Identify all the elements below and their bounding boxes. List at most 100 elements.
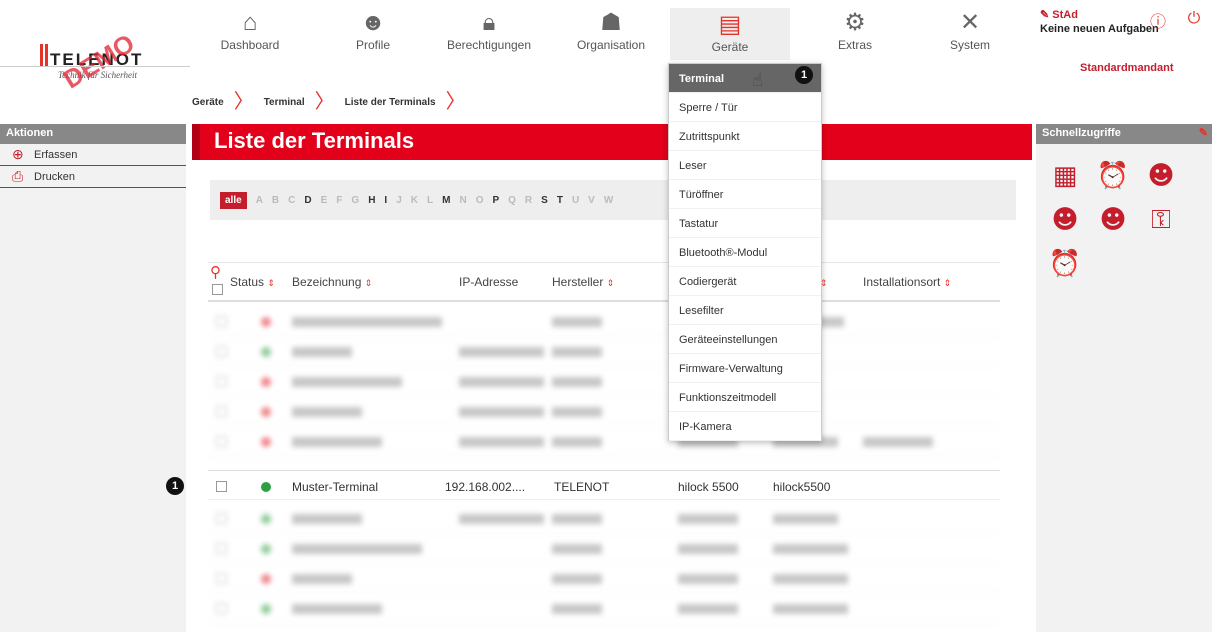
filter-letter-t[interactable]: T: [557, 195, 563, 206]
nav-berechtigungen[interactable]: 🔒︎ Berechtigungen: [434, 0, 544, 60]
user-name[interactable]: ✎ StAd: [1040, 8, 1159, 21]
redacted-cell: [459, 377, 544, 387]
nav-profile[interactable]: ☻ Profile: [318, 0, 428, 60]
filter-all[interactable]: alle: [220, 191, 247, 209]
filter-letter-u[interactable]: U: [572, 195, 579, 206]
timer-search-icon[interactable]: ⏰: [1092, 158, 1134, 194]
filter-letter-v[interactable]: V: [588, 195, 595, 206]
redacted-cell: [773, 514, 838, 524]
filter-letter-e[interactable]: E: [321, 195, 328, 206]
row-checkbox[interactable]: [216, 513, 227, 524]
row-checkbox[interactable]: [216, 316, 227, 327]
nav-dashboard[interactable]: ⌂ Dashboard: [195, 0, 305, 60]
redacted-cell: [292, 514, 362, 524]
status-dot: [261, 407, 271, 417]
mandant-label[interactable]: Standardmandant: [1080, 62, 1174, 74]
filter-letter-r[interactable]: R: [525, 195, 532, 206]
filter-letter-s[interactable]: S: [541, 195, 548, 206]
user-clock-icon[interactable]: ☻: [1140, 158, 1182, 194]
row-checkbox[interactable]: [216, 346, 227, 357]
filter-letter-k[interactable]: K: [411, 195, 418, 206]
menu-item[interactable]: Firmware-Verwaltung: [669, 354, 821, 383]
nav-geraete[interactable]: ▤ Geräte: [670, 8, 790, 60]
breadcrumb-item[interactable]: Liste der Terminals: [345, 97, 436, 108]
filter-letter-b[interactable]: B: [272, 195, 279, 206]
table-row[interactable]: [208, 306, 1000, 336]
menu-item[interactable]: Geräteeinstellungen: [669, 325, 821, 354]
menu-item[interactable]: Leser: [669, 151, 821, 180]
filter-letter-w[interactable]: W: [604, 195, 613, 206]
filter-letter-i[interactable]: I: [384, 195, 387, 206]
demo-watermark: DEMO: [57, 27, 140, 95]
action-label: Erfassen: [34, 148, 78, 161]
table-row[interactable]: [208, 366, 1000, 396]
col-bezeichnung[interactable]: Bezeichnung ⇕: [292, 275, 372, 289]
filter-letter-g[interactable]: G: [351, 195, 359, 206]
power-icon[interactable]: ⏻: [1184, 8, 1204, 28]
telenot-logo[interactable]: TELENOT Technik für Sicherheit DEMO: [40, 28, 180, 94]
table-row[interactable]: [208, 563, 1000, 593]
col-hersteller[interactable]: Hersteller ⇕: [552, 275, 614, 289]
row-checkbox[interactable]: [216, 543, 227, 554]
action-erfassen[interactable]: ⊕ Erfassen: [0, 144, 186, 166]
user-add-icon[interactable]: ☻: [1092, 202, 1134, 238]
table-row[interactable]: [208, 533, 1000, 563]
lock-icon: 🔒︎: [482, 9, 496, 36]
filter-letter-h[interactable]: H: [368, 195, 375, 206]
filter-letter-l[interactable]: L: [427, 195, 433, 206]
gears-icon: ⚙: [844, 9, 866, 36]
user-search-icon[interactable]: ☻: [1044, 202, 1086, 238]
nav-organisation[interactable]: ☗ Organisation: [556, 0, 666, 60]
nav-label: System: [949, 38, 990, 52]
info-icon[interactable]: ⓘ: [1148, 8, 1168, 31]
select-all-checkbox[interactable]: [212, 284, 223, 295]
filter-letter-m[interactable]: M: [442, 195, 450, 206]
filter-letter-f[interactable]: F: [336, 195, 342, 206]
filter-letter-c[interactable]: C: [288, 195, 295, 206]
row-checkbox[interactable]: [216, 603, 227, 614]
filter-letter-a[interactable]: A: [256, 195, 263, 206]
menu-item[interactable]: Bluetooth®-Modul: [669, 238, 821, 267]
table-row-muster-terminal[interactable]: Muster-Terminal 192.168.002.... TELENOT …: [208, 470, 1000, 500]
col-status[interactable]: Status ⇕: [230, 275, 275, 289]
action-drucken[interactable]: ⎙ Drucken: [0, 166, 186, 188]
menu-item[interactable]: Lesefilter: [669, 296, 821, 325]
row-checkbox[interactable]: [216, 481, 227, 492]
chevron-right-icon: 〉: [445, 91, 466, 113]
search-icon[interactable]: ⚲: [210, 263, 221, 281]
menu-item[interactable]: Zutrittspunkt: [669, 122, 821, 151]
table-row[interactable]: [208, 503, 1000, 533]
row-checkbox[interactable]: [216, 573, 227, 584]
breadcrumb-item[interactable]: Geräte: [192, 97, 224, 108]
row-checkbox[interactable]: [216, 436, 227, 447]
filter-letter-q[interactable]: Q: [508, 195, 516, 206]
menu-item[interactable]: Tastatur: [669, 209, 821, 238]
filter-letter-n[interactable]: N: [459, 195, 466, 206]
pencil-icon[interactable]: ✎: [1199, 126, 1208, 139]
tasks-status[interactable]: Keine neuen Aufgaben: [1040, 23, 1159, 35]
nav-system[interactable]: ✕ System: [915, 0, 1025, 60]
menu-item[interactable]: Funktionszeitmodell: [669, 383, 821, 412]
device-search-icon[interactable]: ▦: [1044, 158, 1086, 194]
menu-item[interactable]: Türöffner: [669, 180, 821, 209]
col-ip[interactable]: IP-Adresse: [459, 275, 518, 289]
key-icon[interactable]: ⚿: [1140, 202, 1182, 238]
breadcrumb-item[interactable]: Terminal: [264, 97, 305, 108]
row-checkbox[interactable]: [216, 376, 227, 387]
row-checkbox[interactable]: [216, 406, 227, 417]
filter-letter-p[interactable]: P: [492, 195, 499, 206]
filter-letter-j[interactable]: J: [396, 195, 402, 206]
table-row[interactable]: [208, 396, 1000, 426]
filter-letter-o[interactable]: O: [476, 195, 484, 206]
timer-add-icon[interactable]: ⏰: [1044, 246, 1086, 282]
table-row[interactable]: [208, 336, 1000, 366]
nav-extras[interactable]: ⚙ Extras: [800, 0, 910, 60]
filter-letter-d[interactable]: D: [304, 195, 311, 206]
table-row[interactable]: [208, 426, 1000, 456]
col-installationsort[interactable]: Installationsort ⇕: [863, 275, 951, 289]
menu-item[interactable]: Codiergerät: [669, 267, 821, 296]
table-row[interactable]: [208, 593, 1000, 623]
nav-label: Extras: [837, 38, 872, 52]
menu-item[interactable]: IP-Kamera: [669, 412, 821, 441]
menu-item[interactable]: Sperre / Tür: [669, 93, 821, 122]
